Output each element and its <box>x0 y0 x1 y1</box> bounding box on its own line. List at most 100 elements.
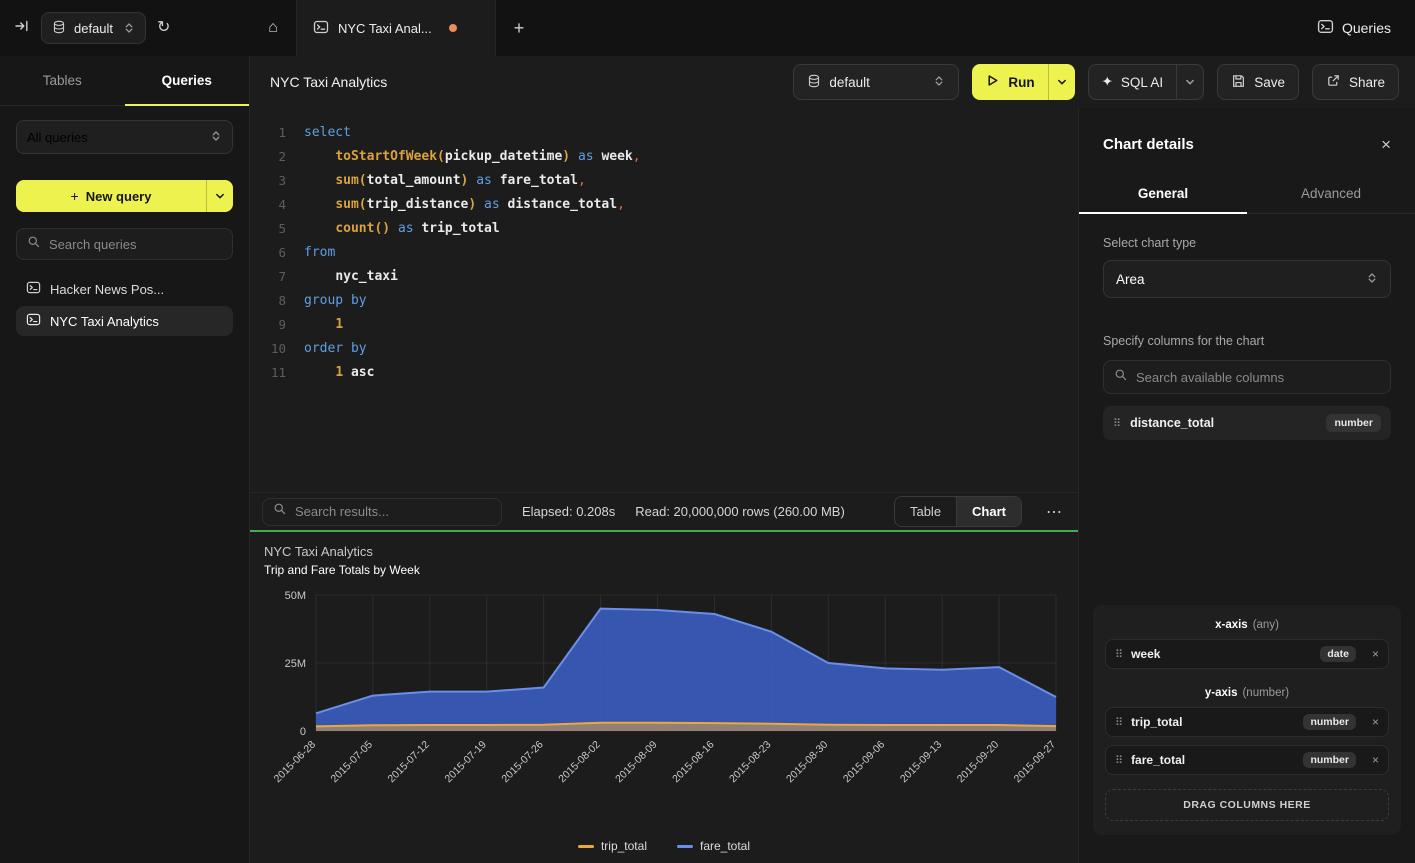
code-text: 1 <box>304 317 343 332</box>
svg-text:2015-09-06: 2015-09-06 <box>841 739 888 786</box>
query-list-item-hacker-news[interactable]: Hacker News Pos... <box>16 274 233 304</box>
query-list-item-nyc-taxi[interactable]: NYC Taxi Analytics <box>16 306 233 336</box>
tab-title: NYC Taxi Anal... <box>338 21 432 36</box>
queries-button[interactable]: Queries <box>1317 18 1391 38</box>
sql-editor[interactable]: 1select2 toStartOfWeek(pickup_datetime) … <box>250 108 1078 492</box>
svg-text:2015-07-19: 2015-07-19 <box>442 739 489 786</box>
chevron-up-down-icon <box>123 22 135 34</box>
code-line[interactable]: 6from <box>250 240 1078 264</box>
remove-column-button[interactable]: × <box>1372 754 1379 766</box>
view-toggle: Table Chart <box>894 496 1022 527</box>
more-options-button[interactable]: ⋯ <box>1042 502 1066 522</box>
svg-text:2015-06-28: 2015-06-28 <box>272 739 319 786</box>
code-line[interactable]: 2 toStartOfWeek(pickup_datetime) as week… <box>250 144 1078 168</box>
content: Tables Queries All queries + New query <box>0 56 1415 863</box>
code-line[interactable]: 4 sum(trip_distance) as distance_total, <box>250 192 1078 216</box>
code-text: select <box>304 125 351 140</box>
remove-column-button[interactable]: × <box>1372 716 1379 728</box>
sidebar-tab-queries[interactable]: Queries <box>125 56 250 105</box>
code-line[interactable]: 11 1 asc <box>250 360 1078 384</box>
line-number: 11 <box>250 365 286 380</box>
svg-text:2015-08-30: 2015-08-30 <box>784 739 831 786</box>
close-panel-button[interactable]: × <box>1381 136 1391 153</box>
search-queries-input[interactable] <box>49 237 222 252</box>
workspace: NYC Taxi Analytics default <box>250 56 1415 863</box>
tab-advanced[interactable]: Advanced <box>1247 173 1415 213</box>
query-filter-select[interactable]: All queries <box>16 120 233 154</box>
share-button[interactable]: Share <box>1312 64 1399 100</box>
new-query-label: New query <box>86 189 152 204</box>
drag-handle-icon[interactable]: ⠿ <box>1115 648 1123 661</box>
search-columns-input[interactable] <box>1136 370 1380 385</box>
code-line[interactable]: 1select <box>250 120 1078 144</box>
search-results-input[interactable] <box>295 504 491 519</box>
chevron-up-down-icon <box>933 75 945 90</box>
search-queries-box <box>16 228 233 260</box>
line-number: 10 <box>250 341 286 356</box>
ellipsis-icon: ⋯ <box>1046 504 1062 521</box>
run-options-dropdown[interactable] <box>1049 64 1075 100</box>
sidebar-tab-tables[interactable]: Tables <box>0 56 125 105</box>
y-axis-item-trip-total[interactable]: ⠿ trip_total number × <box>1105 707 1389 737</box>
available-column-distance-total[interactable]: ⠿ distance_total number <box>1103 406 1391 440</box>
view-toggle-chart[interactable]: Chart <box>956 497 1021 526</box>
main-column: 1select2 toStartOfWeek(pickup_datetime) … <box>250 108 1078 863</box>
new-query-button[interactable]: + New query <box>16 180 233 212</box>
chart-details-panel: Chart details × General Advanced Select … <box>1078 108 1415 863</box>
svg-text:2015-08-02: 2015-08-02 <box>556 739 603 786</box>
x-axis-header: x-axis(any) <box>1105 619 1389 631</box>
new-query-dropdown[interactable] <box>207 180 233 212</box>
tab-general[interactable]: General <box>1079 173 1247 213</box>
x-axis-item-week[interactable]: ⠿ week date × <box>1105 639 1389 669</box>
code-text: sum(total_amount) as fare_total, <box>304 173 586 188</box>
chart-subtitle: Trip and Fare Totals by Week <box>264 563 1064 577</box>
code-line[interactable]: 8 group by <box>250 288 1078 312</box>
app: default ↻ ⌂ NYC Taxi Anal... + <box>0 0 1415 863</box>
editor-database-selector[interactable]: default <box>793 64 959 100</box>
tab-nyc-taxi-analytics[interactable]: NYC Taxi Anal... <box>296 0 496 56</box>
drag-handle-icon[interactable]: ⠿ <box>1115 754 1123 767</box>
view-toggle-table[interactable]: Table <box>895 497 956 526</box>
query-icon <box>26 312 41 330</box>
drag-handle-icon[interactable]: ⠿ <box>1113 417 1121 430</box>
lower-area: 1select2 toStartOfWeek(pickup_datetime) … <box>250 108 1415 863</box>
code-text: sum(trip_distance) as distance_total, <box>304 197 625 212</box>
run-button[interactable]: Run <box>972 64 1047 100</box>
axis-column-name: fare_total <box>1131 753 1185 767</box>
search-results-box <box>262 498 502 526</box>
line-number: 5 <box>250 221 286 236</box>
refresh-button[interactable]: ↻ <box>157 20 170 36</box>
svg-text:2015-09-13: 2015-09-13 <box>898 739 945 786</box>
code-line[interactable]: 5 count() as trip_total <box>250 216 1078 240</box>
code-text: count() as trip_total <box>304 221 500 236</box>
drag-columns-dropzone[interactable]: DRAG COLUMNS HERE <box>1105 789 1389 821</box>
close-icon: × <box>1381 135 1391 154</box>
search-icon <box>273 502 287 521</box>
area-chart[interactable]: 025M50M2015-06-282015-07-052015-07-12201… <box>264 583 1064 795</box>
svg-text:0: 0 <box>300 726 306 738</box>
code-line[interactable]: 10order by <box>250 336 1078 360</box>
save-button[interactable]: Save <box>1217 64 1299 100</box>
query-filter-value: All queries <box>27 130 88 145</box>
editor-database-value: default <box>829 75 925 90</box>
sql-ai-dropdown[interactable] <box>1177 65 1203 99</box>
new-tab-button[interactable]: + <box>496 0 542 56</box>
collapse-sidebar-button[interactable] <box>14 18 30 38</box>
drag-handle-icon[interactable]: ⠿ <box>1115 716 1123 729</box>
home-tab[interactable]: ⌂ <box>250 0 296 56</box>
y-axis-item-fare-total[interactable]: ⠿ fare_total number × <box>1105 745 1389 775</box>
legend-item-fare-total[interactable]: fare_total <box>677 839 750 853</box>
main-header: NYC Taxi Analytics default <box>250 56 1415 108</box>
code-line[interactable]: 7 nyc_taxi <box>250 264 1078 288</box>
topbar-database-selector[interactable]: default <box>41 12 146 44</box>
code-line[interactable]: 3 sum(total_amount) as fare_total, <box>250 168 1078 192</box>
code-line[interactable]: 9 1 <box>250 312 1078 336</box>
chart-type-select[interactable]: Area <box>1103 260 1391 298</box>
remove-column-button[interactable]: × <box>1372 648 1379 660</box>
sql-ai-button[interactable]: ✦ SQL AI <box>1089 65 1177 99</box>
line-number: 8 <box>250 293 286 308</box>
code-text: group by <box>304 293 367 308</box>
legend-item-trip-total[interactable]: trip_total <box>578 839 647 853</box>
line-number: 4 <box>250 197 286 212</box>
line-number: 7 <box>250 269 286 284</box>
